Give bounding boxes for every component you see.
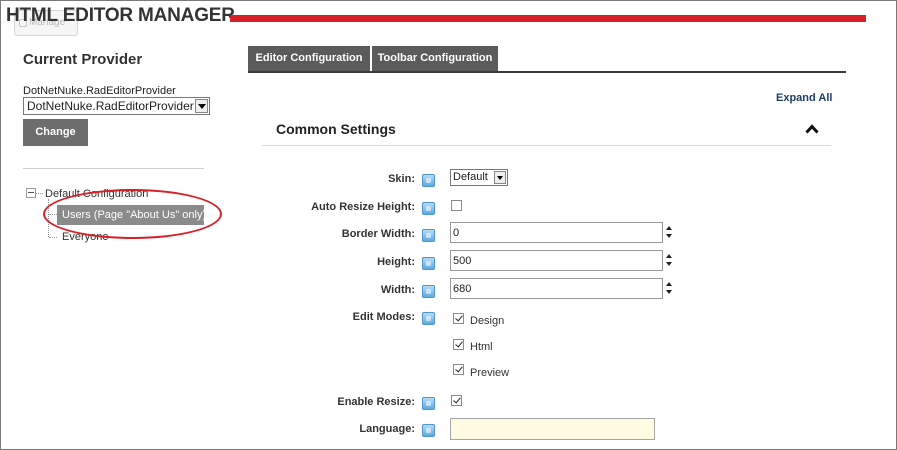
skin-select-value: Default (453, 171, 488, 183)
tab-editor-configuration[interactable]: Editor Configuration (248, 46, 370, 71)
help-icon[interactable] (422, 285, 435, 298)
change-button[interactable]: Change (23, 119, 88, 146)
tree-connector (36, 193, 43, 194)
divider (23, 168, 204, 169)
highlight-callout (43, 189, 222, 239)
help-icon[interactable] (422, 257, 435, 270)
divider (262, 145, 831, 146)
edit-modes-label: Edit Modes: (352, 311, 415, 323)
title-accent-bar (230, 15, 866, 22)
edit-mode-preview-label: Preview (470, 367, 510, 379)
skin-select[interactable]: Default (450, 169, 508, 186)
spinner-arrows-icon[interactable] (666, 226, 674, 240)
provider-label: DotNetNuke.RadEditorProvider (23, 85, 176, 97)
chevron-down-icon[interactable] (494, 171, 506, 184)
help-icon[interactable] (422, 424, 435, 437)
language-input[interactable] (450, 418, 655, 440)
provider-select-value: DotNetNuke.RadEditorProvider (27, 99, 194, 113)
help-icon[interactable] (422, 397, 435, 410)
provider-select[interactable]: DotNetNuke.RadEditorProvider (23, 97, 210, 115)
help-icon[interactable] (422, 312, 435, 325)
edit-mode-html-label: Html (470, 341, 493, 353)
chevron-up-icon[interactable] (805, 124, 819, 134)
help-icon[interactable] (422, 174, 435, 187)
current-provider-heading: Current Provider (23, 51, 143, 68)
height-label: Height: (377, 256, 415, 268)
tree-collapse-icon[interactable] (26, 188, 36, 198)
tree-connector (49, 237, 57, 238)
border-width-input[interactable] (450, 222, 663, 243)
enable-resize-checkbox[interactable] (451, 395, 462, 406)
edit-mode-html-checkbox[interactable] (453, 339, 464, 350)
language-label: Language: (359, 423, 415, 435)
width-label: Width: (380, 284, 415, 296)
page-title: HTML EDITOR MANAGER (6, 5, 235, 26)
border-width-label: Border Width: (341, 228, 415, 240)
spinner-arrows-icon[interactable] (666, 254, 674, 268)
auto-resize-label: Auto Resize Height: (311, 201, 415, 213)
section-title[interactable]: Common Settings (276, 121, 396, 137)
help-icon[interactable] (422, 229, 435, 242)
auto-resize-checkbox[interactable] (451, 200, 462, 211)
expand-all-link[interactable]: Expand All (776, 92, 832, 104)
enable-resize-label: Enable Resize: (337, 396, 415, 408)
tab-underline (248, 71, 846, 73)
edit-mode-preview-checkbox[interactable] (453, 364, 464, 375)
help-icon[interactable] (422, 202, 435, 215)
spinner-arrows-icon[interactable] (666, 282, 674, 296)
skin-label: Skin: (388, 173, 415, 185)
edit-mode-design-label: Design (470, 315, 505, 327)
tab-toolbar-configuration[interactable]: Toolbar Configuration (372, 46, 498, 71)
height-input[interactable] (450, 250, 663, 271)
edit-mode-design-checkbox[interactable] (453, 313, 464, 324)
width-input[interactable] (450, 278, 663, 299)
chevron-down-icon[interactable] (195, 99, 208, 113)
